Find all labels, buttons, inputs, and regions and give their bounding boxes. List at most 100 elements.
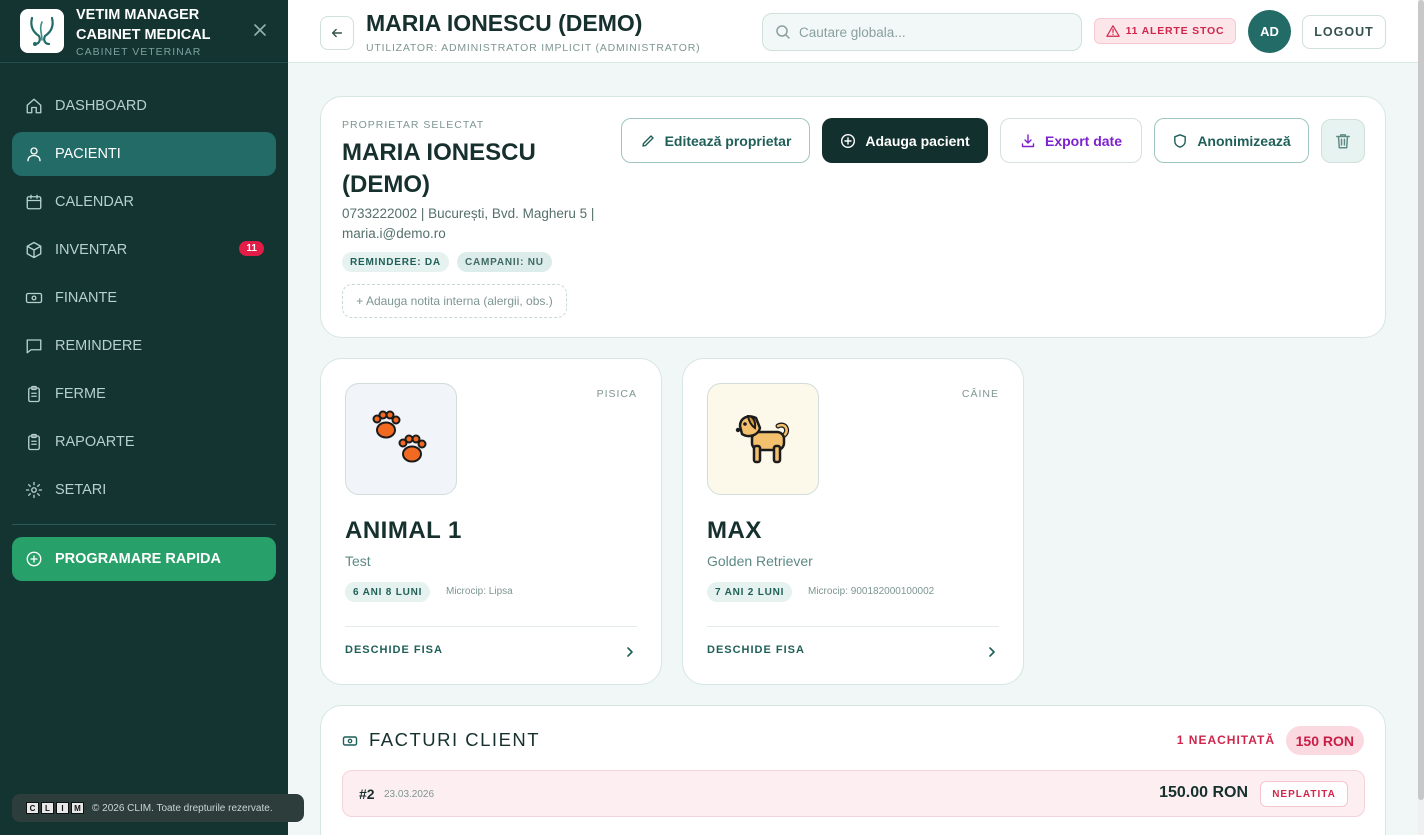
trash-icon (1336, 134, 1350, 149)
invoice-row[interactable]: #2 23.03.2026 150.00 RON NEPLATITA (342, 770, 1365, 817)
home-icon (26, 98, 42, 114)
patient-species: PISICA (596, 388, 637, 400)
copyright-text: © 2026 CLIM. Toate drepturile rezervate. (92, 802, 273, 814)
chevron-right-icon[interactable] (985, 645, 999, 659)
patient-microchip: Microcip: 900182000100002 (808, 586, 935, 597)
sidebar-item-remindere[interactable]: REMINDERE (12, 324, 276, 368)
quick-appointment-button[interactable]: PROGRAMARE RAPIDA (12, 537, 276, 581)
owner-card: PROPRIETAR SELECTAT MARIA IONESCU (DEMO)… (320, 96, 1386, 338)
patient-species: CÂINE (961, 388, 999, 400)
brand-subtitle: CABINET VETERINAR (76, 45, 202, 58)
current-user-label: UTILIZATOR: ADMINISTRATOR IMPLICIT (ADMI… (366, 42, 701, 54)
sidebar-item-label: FINANTE (55, 290, 118, 306)
patient-breed: Golden Retriever (707, 553, 813, 569)
reminder-tag: REMINDERE: DA (342, 252, 449, 272)
banknote-icon (25, 292, 43, 304)
page-title: MARIA IONESCU (DEMO) (366, 10, 643, 36)
owner-name: MARIA IONESCU (DEMO) (342, 139, 536, 198)
edit-owner-button[interactable]: Editează proprietar (621, 118, 810, 163)
stethoscope-logo-icon (30, 16, 54, 46)
stock-alert-text: 11 ALERTE STOC (1125, 25, 1225, 37)
owner-section-label: PROPRIETAR SELECTAT (342, 119, 485, 131)
sidebar-item-finante[interactable]: FINANTE (12, 276, 276, 320)
sidebar-item-rapoarte[interactable]: RAPOARTE (12, 420, 276, 464)
sidebar-item-label: FERME (55, 386, 106, 402)
warning-icon (1105, 25, 1120, 37)
invoice-amount: 150.00 RON (1159, 784, 1248, 801)
sidebar-divider (12, 524, 276, 525)
chevron-right-icon[interactable] (623, 645, 637, 659)
plus-circle-icon (841, 133, 856, 148)
avatar[interactable]: AD (1248, 10, 1291, 53)
global-search[interactable] (762, 13, 1082, 51)
brand-title-line1: VETIM MANAGER (76, 6, 200, 23)
patient-age-badge: 6 ANI 8 LUNI (345, 582, 431, 602)
sidebar-item-label: REMINDERE (55, 338, 143, 354)
add-internal-note-button[interactable]: + Adauga notita interna (alergii, obs.) (342, 284, 567, 318)
logout-button[interactable]: LOGOUT (1302, 15, 1386, 49)
pencil-icon (641, 134, 654, 147)
banknote-icon (342, 736, 358, 746)
sidebar-item-setari[interactable]: SETARI (12, 468, 276, 512)
search-input[interactable] (799, 24, 1069, 40)
sidebar-item-ferme[interactable]: FERME (12, 372, 276, 416)
patient-age-badge: 7 ANI 2 LUNI (707, 582, 793, 602)
clim-letter: I (56, 802, 69, 814)
clim-letter: C (26, 802, 39, 814)
anonymize-label: Anonimizează (1197, 132, 1291, 149)
brand: VETIM MANAGER CABINET MEDICAL CABINET VE… (0, 0, 288, 63)
patient-microchip: Microcip: Lipsa (446, 586, 513, 597)
sidebar-item-dashboard[interactable]: DASHBOARD (12, 84, 276, 128)
sidebar-item-inventar[interactable]: INVENTAR 11 (12, 228, 276, 272)
clim-letter: L (41, 802, 54, 814)
patient-avatar (707, 383, 819, 495)
shield-icon (1174, 133, 1187, 148)
back-button[interactable] (320, 16, 354, 50)
card-divider (707, 626, 999, 627)
export-data-button[interactable]: Export date (1000, 118, 1142, 163)
delete-owner-button[interactable] (1321, 119, 1365, 163)
scrollbar[interactable] (1418, 0, 1424, 835)
campaign-tag: CAMPANII: NU (456, 252, 552, 272)
close-icon[interactable] (252, 22, 268, 38)
copyright-footer: C L I M © 2026 CLIM. Toate drepturile re… (12, 794, 304, 822)
box-icon (26, 241, 42, 259)
open-record-link[interactable]: DESCHIDE FISA (345, 644, 443, 656)
user-icon (27, 147, 41, 162)
invoice-status-badge: NEPLATITA (1260, 781, 1348, 807)
gear-icon (25, 481, 43, 499)
download-icon (1021, 133, 1035, 147)
add-patient-button[interactable]: Adauga pacient (822, 118, 988, 163)
message-icon (26, 339, 42, 354)
arrow-left-icon (331, 28, 343, 38)
add-patient-label: Adauga pacient (865, 132, 970, 149)
client-invoices-card: FACTURI CLIENT 1 NEACHITATĂ 150 RON #2 2… (320, 705, 1386, 835)
patient-breed: Test (345, 553, 371, 569)
sidebar: VETIM MANAGER CABINET MEDICAL CABINET VE… (0, 0, 288, 835)
inventory-count-badge: 11 (239, 241, 264, 256)
search-icon (776, 25, 790, 39)
patient-card[interactable]: PISICA ANIMAL 1 Test 6 ANI 8 LUNI Microc… (320, 358, 662, 685)
patient-card[interactable]: CÂINE MAX Golden Retriever 7 ANI 2 LUNI … (682, 358, 1024, 685)
clipboard-icon (28, 433, 40, 451)
invoice-number: #2 (359, 786, 375, 802)
scrollbar-thumb[interactable] (1418, 0, 1424, 800)
quick-appointment-label: PROGRAMARE RAPIDA (55, 551, 221, 567)
owner-contact-info: 0733222002 | București, Bvd. Magheru 5 |… (342, 206, 595, 241)
patient-name: ANIMAL 1 (345, 517, 462, 544)
patient-name: MAX (707, 517, 762, 544)
sidebar-item-label: CALENDAR (55, 194, 134, 210)
anonymize-button[interactable]: Anonimizează (1154, 118, 1309, 163)
export-data-label: Export date (1044, 132, 1122, 149)
clim-letter: M (71, 802, 84, 814)
sidebar-item-label: SETARI (55, 482, 107, 498)
sidebar-nav: DASHBOARD PACIENTI CALENDAR INVENTAR 11 … (0, 63, 288, 581)
clinic-logo (20, 9, 64, 53)
sidebar-item-calendar[interactable]: CALENDAR (12, 180, 276, 224)
stock-alert-badge[interactable]: 11 ALERTE STOC (1094, 18, 1236, 44)
invoices-title: FACTURI CLIENT (369, 729, 541, 750)
sidebar-item-pacienti[interactable]: PACIENTI (12, 132, 276, 176)
sidebar-item-label: DASHBOARD (55, 98, 147, 114)
open-record-link[interactable]: DESCHIDE FISA (707, 644, 805, 656)
sidebar-item-label: PACIENTI (55, 146, 121, 162)
